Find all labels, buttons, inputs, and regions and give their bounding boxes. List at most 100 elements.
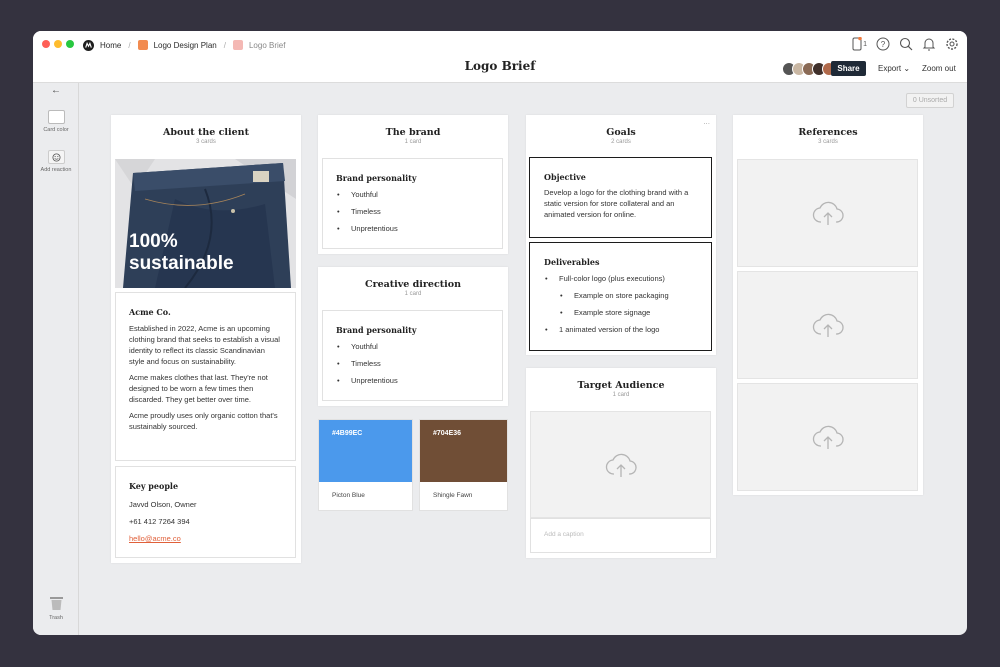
- devices-icon[interactable]: 1: [852, 37, 867, 51]
- card-color-tool[interactable]: Card color: [33, 110, 79, 133]
- trash-label: Trash: [49, 615, 63, 621]
- share-button[interactable]: Share: [831, 61, 866, 76]
- toolbar-icons: 1 ?: [852, 37, 959, 51]
- help-icon[interactable]: ?: [876, 37, 890, 51]
- column-title: The brand: [385, 127, 441, 138]
- chevron-down-icon: ⌄: [903, 64, 911, 73]
- column-card-count: 1 card: [404, 139, 422, 145]
- swatch-hex: #4B99EC: [332, 430, 363, 437]
- email-link[interactable]: hello@acme.co: [129, 533, 282, 544]
- list-item: Example on store packaging: [544, 287, 697, 304]
- creative-personality-card[interactable]: Brand personality Youthful Timeless Unpr…: [322, 310, 503, 401]
- cloud-upload-icon: [605, 453, 637, 477]
- cloud-upload-icon: [812, 425, 844, 449]
- column-card-count: 2 cards: [611, 139, 631, 145]
- trash-tool[interactable]: Trash: [33, 595, 79, 621]
- more-options-icon[interactable]: ...: [703, 117, 710, 126]
- image-overlay-text: 100% sustainable: [129, 231, 234, 274]
- breadcrumb-home[interactable]: Home: [100, 41, 121, 50]
- collaborator-avatars[interactable]: [782, 62, 836, 76]
- bell-icon[interactable]: [922, 37, 936, 51]
- key-people-heading: Key people: [129, 481, 179, 491]
- back-arrow-icon[interactable]: ←: [33, 85, 79, 96]
- card-color-icon: [47, 110, 65, 124]
- maximize-window-button[interactable]: [66, 40, 74, 48]
- upload-placeholder[interactable]: [530, 411, 711, 518]
- add-reaction-tool[interactable]: Add reaction: [33, 150, 79, 173]
- export-menu[interactable]: Export ⌄: [878, 64, 910, 73]
- smiley-icon: [47, 150, 65, 164]
- upload-placeholder[interactable]: [737, 159, 918, 267]
- zoom-out-button[interactable]: Zoom out: [922, 64, 956, 73]
- board-icon: [137, 40, 148, 50]
- key-people-card[interactable]: Key people Javvd Olson, Owner +61 412 72…: [115, 466, 296, 558]
- column-card-count: 3 cards: [818, 139, 838, 145]
- card-heading: Brand personality: [336, 325, 417, 335]
- objective-text: Develop a logo for the clothing brand wi…: [544, 188, 689, 219]
- upload-placeholder[interactable]: [737, 271, 918, 379]
- list-item: 1 animated version of the logo: [544, 321, 697, 338]
- upload-placeholder[interactable]: [737, 383, 918, 491]
- column-references[interactable]: References 3 cards: [733, 115, 923, 495]
- cloud-upload-icon: [812, 313, 844, 337]
- column-title: Target Audience: [577, 380, 665, 391]
- add-reaction-label: Add reaction: [40, 167, 72, 173]
- unsorted-count: 0: [912, 97, 917, 104]
- board-icon: [232, 40, 243, 50]
- column-target-audience[interactable]: Target Audience 1 card Add a caption: [526, 368, 716, 558]
- minimize-window-button[interactable]: [54, 40, 62, 48]
- column-the-brand[interactable]: The brand 1 card Brand personality Youth…: [318, 115, 508, 254]
- column-title: References: [798, 127, 858, 138]
- search-icon[interactable]: [899, 37, 913, 51]
- card-heading: Objective: [544, 172, 586, 182]
- list-item: Timeless: [336, 355, 489, 372]
- column-about-the-client[interactable]: About the client 3 cards 100% sustainabl…: [111, 115, 301, 563]
- top-bar: Home / Logo Design Plan / Logo Brief Log…: [33, 31, 967, 83]
- deliverables-card[interactable]: Deliverables Full-color logo (plus execu…: [529, 242, 712, 351]
- list-item: Youthful: [336, 338, 489, 355]
- breadcrumb: Home / Logo Design Plan / Logo Brief: [83, 39, 285, 51]
- brand-personality-card[interactable]: Brand personality Youthful Timeless Unpr…: [322, 158, 503, 249]
- export-label: Export: [878, 64, 902, 73]
- breadcrumb-logo-brief[interactable]: Logo Brief: [249, 41, 285, 50]
- device-count: 1: [863, 40, 867, 48]
- breadcrumb-logo-design-plan[interactable]: Logo Design Plan: [154, 41, 217, 50]
- company-paragraph: Acme proudly uses only organic cotton th…: [129, 411, 278, 431]
- column-title: About the client: [163, 127, 249, 138]
- list-item: Youthful: [336, 186, 489, 203]
- caption-input[interactable]: Add a caption: [530, 518, 711, 553]
- cloud-upload-icon: [812, 201, 844, 225]
- company-card[interactable]: Acme Co. Established in 2022, Acme is an…: [115, 292, 296, 461]
- color-swatch-card[interactable]: #4B99EC Picton Blue: [318, 419, 413, 511]
- unsorted-label: Unsorted: [918, 97, 948, 104]
- list-item: Unpretentious: [336, 372, 489, 389]
- objective-card[interactable]: Objective Develop a logo for the clothin…: [529, 157, 712, 238]
- swatch-name: Shingle Fawn: [433, 492, 473, 499]
- gear-icon[interactable]: [945, 37, 959, 51]
- svg-text:?: ?: [881, 40, 886, 49]
- company-paragraph: Established in 2022, Acme is an upcoming…: [129, 324, 280, 366]
- color-swatch-card[interactable]: #704E36 Shingle Fawn: [419, 419, 508, 511]
- list-item: Unpretentious: [336, 220, 489, 237]
- swatch-hex: #704E36: [433, 430, 462, 437]
- column-title: Creative direction: [365, 279, 461, 290]
- list-item: Timeless: [336, 203, 489, 220]
- sidebar: ← Card color Add reaction Trash: [33, 83, 79, 635]
- column-card-count: 1 card: [612, 392, 630, 398]
- unsorted-button[interactable]: 0 Unsorted: [906, 93, 954, 108]
- company-paragraph: Acme makes clothes that last. They're no…: [129, 373, 268, 404]
- image-card[interactable]: 100% sustainable: [115, 159, 296, 288]
- column-goals[interactable]: ... Goals 2 cards Objective Develop a lo…: [526, 115, 716, 355]
- company-heading: Acme Co.: [129, 307, 171, 317]
- list-item: Example store signage: [544, 304, 697, 321]
- app-window: Home / Logo Design Plan / Logo Brief Log…: [33, 31, 967, 635]
- home-icon: [83, 39, 94, 51]
- card-color-label: Card color: [43, 127, 69, 133]
- column-title: Goals: [606, 127, 636, 138]
- swatch-name: Picton Blue: [332, 492, 365, 499]
- card-heading: Brand personality: [336, 173, 417, 183]
- column-creative-direction[interactable]: Creative direction 1 card Brand personal…: [318, 267, 508, 406]
- column-card-count: 1 card: [404, 291, 422, 297]
- person-line: Javvd Olson, Owner: [129, 500, 197, 509]
- close-window-button[interactable]: [42, 40, 50, 48]
